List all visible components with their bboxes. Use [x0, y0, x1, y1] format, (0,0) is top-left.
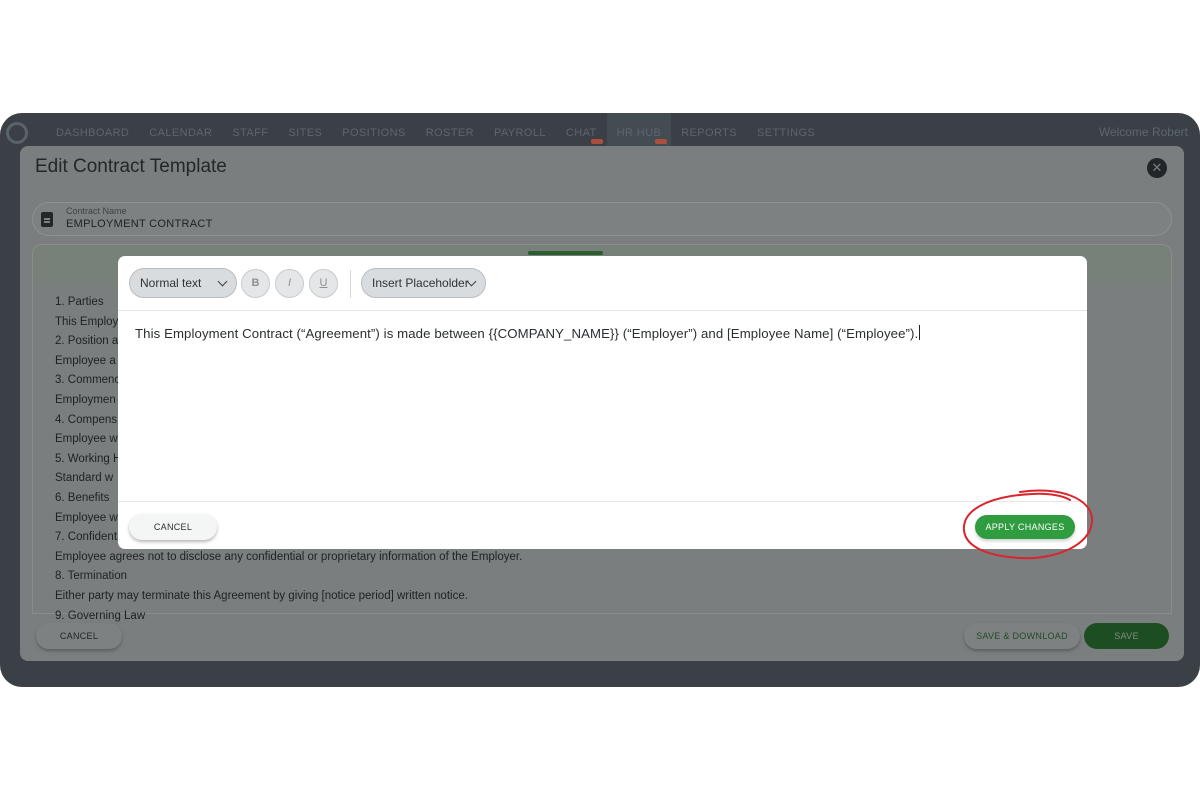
save-download-button[interactable]: SAVE & DOWNLOAD [964, 623, 1080, 649]
modal-footer: CANCEL APPLY CHANGES [118, 501, 1087, 549]
apply-changes-button[interactable]: APPLY CHANGES [975, 515, 1075, 539]
dialog-cancel-button[interactable]: CANCEL [36, 623, 122, 649]
cancel-button[interactable]: CANCEL [129, 514, 217, 540]
contract-line: 8. Termination [55, 570, 128, 583]
contract-name-value: EMPLOYMENT CONTRACT [66, 218, 213, 230]
active-tab-indicator [528, 251, 603, 255]
italic-button[interactable]: I [275, 269, 304, 298]
text-caret [919, 325, 921, 340]
editor-toolbar: Normal text B I U Insert Placeholder [118, 256, 1087, 311]
dialog-footer: CANCEL SAVE & DOWNLOAD SAVE [20, 618, 1184, 661]
contract-line: Either party may terminate this Agreemen… [55, 589, 468, 602]
editor-content-text: This Employment Contract (“Agreement”) i… [135, 326, 919, 341]
editor-content[interactable]: This Employment Contract (“Agreement”) i… [135, 325, 921, 341]
bold-button[interactable]: B [241, 269, 270, 298]
chat-badge [590, 139, 603, 144]
hr-hub-badge [655, 139, 668, 144]
document-icon [41, 212, 53, 227]
contract-name-label: Contract Name [66, 206, 127, 216]
close-icon[interactable]: ✕ [1147, 158, 1167, 178]
nav-item-hr-hub-label: HR HUB [616, 127, 662, 139]
text-style-value: Normal text [140, 276, 202, 290]
text-style-select[interactable]: Normal text [129, 268, 237, 298]
dialog-title: Edit Contract Template [35, 156, 227, 177]
save-button[interactable]: SAVE [1084, 623, 1169, 649]
nav-item-chat-label: CHAT [565, 127, 597, 139]
toolbar-divider [350, 270, 351, 298]
app-logo-icon[interactable] [6, 122, 28, 144]
insert-placeholder-label: Insert Placeholder [372, 276, 469, 290]
text-editor-modal: Normal text B I U Insert Placeholder Thi… [118, 256, 1087, 549]
contract-line: Employee agrees not to disclose any conf… [55, 550, 523, 563]
insert-placeholder-select[interactable]: Insert Placeholder [361, 268, 486, 298]
chevron-down-icon [217, 276, 228, 287]
contract-name-field[interactable]: Contract Name EMPLOYMENT CONTRACT [32, 202, 1172, 236]
underline-button[interactable]: U [309, 269, 338, 298]
